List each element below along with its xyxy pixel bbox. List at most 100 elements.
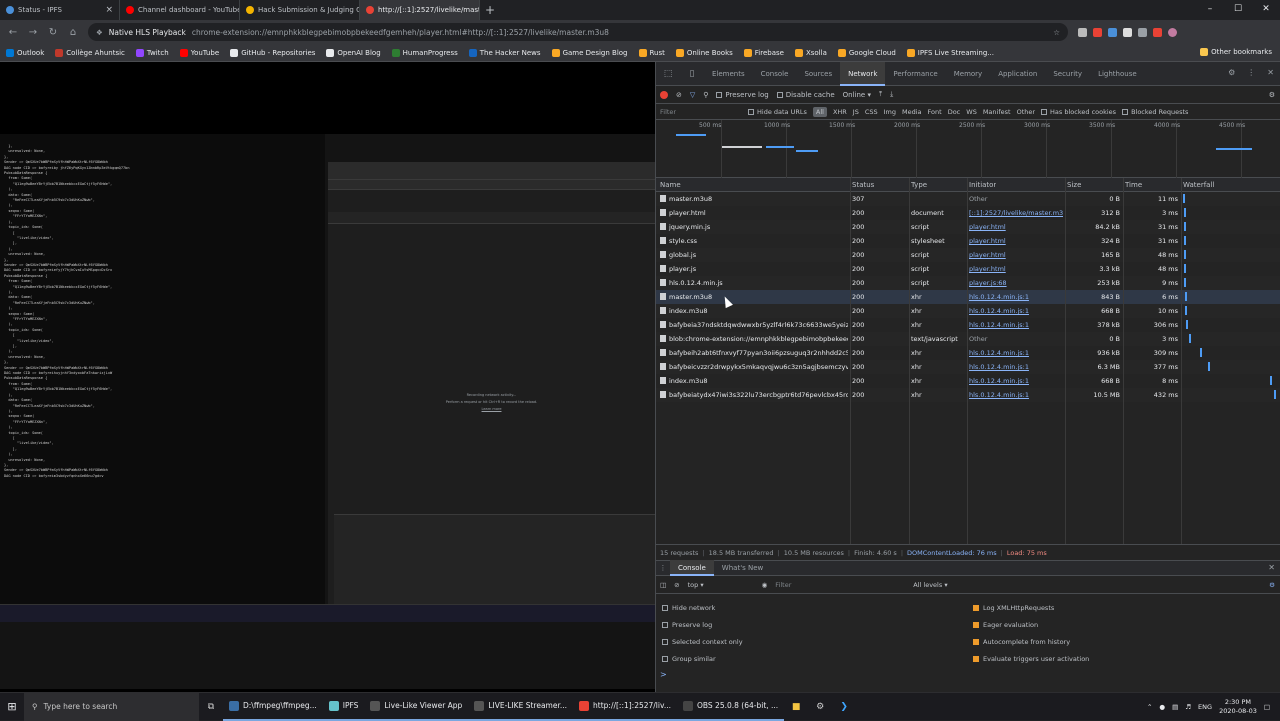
disable-cache-checkbox[interactable]: Disable cache xyxy=(776,91,835,99)
table-row[interactable]: player.js 200 script player.html 3.3 kB 48 ms xyxy=(656,262,1280,276)
record-icon[interactable] xyxy=(660,90,668,99)
drawer-tab-console[interactable]: Console xyxy=(670,560,714,576)
request-initiator[interactable]: [::1]:2527/livelike/master.m3u8 xyxy=(969,209,1063,217)
home-icon[interactable]: ⌂ xyxy=(68,27,78,38)
devtools-tab-security[interactable]: Security xyxy=(1045,62,1090,86)
devtools-tab-memory[interactable]: Memory xyxy=(946,62,990,86)
extension-icon[interactable] xyxy=(1138,27,1147,37)
browser-tab[interactable]: Channel dashboard - YouTube Stu× xyxy=(120,0,240,20)
bookmark-item[interactable]: The Hacker News xyxy=(468,48,541,57)
filter-type-media[interactable]: Media xyxy=(902,108,922,116)
console-setting-evaluate-triggers-user-activation[interactable]: Evaluate triggers user activation xyxy=(973,655,1089,663)
request-initiator[interactable]: hls.0.12.4.min.js:1 xyxy=(969,363,1063,371)
column-header-time[interactable]: Time xyxy=(1125,181,1142,189)
request-initiator[interactable]: player.html xyxy=(969,251,1063,259)
table-row[interactable]: bafybeiatydx47iwi3s322lu73ercbgptr6td76p… xyxy=(656,388,1280,402)
bookmark-item[interactable]: Game Design Blog xyxy=(551,48,628,57)
reload-icon[interactable]: ↻ xyxy=(48,27,58,38)
devtools-tab-console[interactable]: Console xyxy=(753,62,797,86)
console-setting-autocomplete-from-history[interactable]: Autocomplete from history xyxy=(973,638,1070,646)
filter-type-js[interactable]: JS xyxy=(853,108,859,116)
console-setting-preserve-log[interactable]: Preserve log xyxy=(662,621,712,629)
request-initiator[interactable]: hls.0.12.4.min.js:1 xyxy=(969,293,1063,301)
console-setting-log-xmlhttprequests[interactable]: Log XMLHttpRequests xyxy=(973,604,1054,612)
close-devtools-icon[interactable]: ✕ xyxy=(1267,68,1274,77)
taskbar-app[interactable]: Live-Like Viewer App xyxy=(364,693,469,721)
blocked-requests-checkbox[interactable]: Blocked Requests xyxy=(1122,108,1188,116)
console-setting-group-similar[interactable]: Group similar xyxy=(662,655,716,663)
bookmark-item[interactable]: Outlook xyxy=(6,48,44,57)
network-settings-icon[interactable]: ⚙ xyxy=(1269,91,1275,99)
filter-icon[interactable]: ▽ xyxy=(690,91,695,99)
table-row[interactable]: bafybeia37ndsktdqwdwwxbr5yzlf4rl6k73c663… xyxy=(656,318,1280,332)
bookmark-item[interactable]: YouTube xyxy=(179,48,219,57)
bookmark-item[interactable]: Online Books xyxy=(675,48,733,57)
has-blocked-cookies-checkbox[interactable]: Has blocked cookies xyxy=(1041,108,1116,116)
taskbar-app[interactable]: LIVE-LIKE Streamer... xyxy=(468,693,574,721)
drawer-menu-icon[interactable]: ⋮ xyxy=(656,564,670,572)
request-initiator[interactable]: player.html xyxy=(969,265,1063,273)
devtools-tab-lighthouse[interactable]: Lighthouse xyxy=(1090,62,1145,86)
vscode-icon[interactable]: ❯ xyxy=(832,702,856,712)
browser-tab[interactable]: http://[::1]:2527/livelike/master.m× xyxy=(360,0,480,20)
console-setting-eager-evaluation[interactable]: Eager evaluation xyxy=(973,621,1038,629)
settings-icon[interactable]: ⚙ xyxy=(1228,68,1235,77)
table-row[interactable]: bafybeih2abt6tfnxvyf77pyan3oii6pzsuguq3r… xyxy=(656,346,1280,360)
back-icon[interactable]: ← xyxy=(8,27,18,38)
levels-select[interactable]: All levels ▾ xyxy=(913,581,947,589)
extension-icon[interactable] xyxy=(1153,27,1162,37)
bookmark-item[interactable]: Rust xyxy=(638,48,665,57)
context-select[interactable]: top ▾ xyxy=(688,581,754,589)
bookmark-item[interactable]: GitHub - Repositories xyxy=(230,48,315,57)
microphone-icon[interactable]: ● xyxy=(1159,703,1165,711)
devtools-tab-application[interactable]: Application xyxy=(990,62,1045,86)
inspect-icon[interactable]: ⬚ xyxy=(656,69,680,79)
task-view-icon[interactable]: ⧉ xyxy=(199,702,223,712)
browser-tab[interactable]: Hack Submission & Judging Guide× xyxy=(240,0,360,20)
forward-icon[interactable]: → xyxy=(28,27,38,38)
taskbar-app[interactable]: D:\ffmpeg\ffmpeg... xyxy=(223,693,323,721)
maximize-icon[interactable]: ☐ xyxy=(1224,0,1252,18)
devtools-tab-elements[interactable]: Elements xyxy=(704,62,753,86)
filter-type-manifest[interactable]: Manifest xyxy=(983,108,1011,116)
devtools-tab-sources[interactable]: Sources xyxy=(796,62,840,86)
eye-icon[interactable]: ◉ xyxy=(762,581,768,589)
column-header-status[interactable]: Status xyxy=(852,181,874,189)
table-row[interactable]: player.html 200 document [::1]:2527/livelik… xyxy=(656,206,1280,220)
taskbar-app[interactable]: http://[::1]:2527/liv... xyxy=(573,693,677,721)
clear-icon[interactable]: ⊘ xyxy=(676,91,682,99)
other-bookmarks[interactable]: Other bookmarks xyxy=(1200,48,1272,56)
console-clear-icon[interactable]: ⊘ xyxy=(674,581,679,589)
bookmark-item[interactable]: HumanProgress xyxy=(391,48,458,57)
download-icon[interactable]: ⤓ xyxy=(890,90,893,99)
filter-type-doc[interactable]: Doc xyxy=(948,108,961,116)
column-header-waterfall[interactable]: Waterfall xyxy=(1183,181,1214,189)
console-filter-input[interactable]: Filter xyxy=(775,581,905,589)
file-explorer-icon[interactable]: ■ xyxy=(784,702,808,712)
table-row[interactable]: jquery.min.js 200 script player.html 84.2 kB… xyxy=(656,220,1280,234)
omnibox[interactable]: ❖ Native HLS Playback chrome-extension:/… xyxy=(88,23,1068,41)
table-row[interactable]: style.css 200 stylesheet player.html 324 B 31… xyxy=(656,234,1280,248)
devtools-tab-network[interactable]: Network xyxy=(840,61,886,86)
clock[interactable]: 2:30 PM 2020-08-03 xyxy=(1219,698,1257,716)
device-toggle-icon[interactable]: ▯ xyxy=(680,69,704,79)
settings-icon[interactable]: ⚙ xyxy=(808,702,832,712)
bookmark-item[interactable]: Collège Ahuntsic xyxy=(55,48,125,57)
console-prompt[interactable]: > xyxy=(660,670,667,679)
table-row[interactable]: global.js 200 script player.html 165 B 48 ms xyxy=(656,248,1280,262)
profile-icon[interactable] xyxy=(1168,27,1177,37)
drawer-close-icon[interactable]: ✕ xyxy=(1268,563,1275,572)
request-initiator[interactable]: player.html xyxy=(969,223,1063,231)
search-icon[interactable]: ⚲ xyxy=(703,91,708,99)
request-initiator[interactable]: hls.0.12.4.min.js:1 xyxy=(969,377,1063,385)
tray-chevron-icon[interactable]: ⌃ xyxy=(1147,703,1152,711)
windows-start-icon[interactable]: ⊞ xyxy=(0,700,24,713)
filter-type-xhr[interactable]: XHR xyxy=(833,108,847,116)
filter-type-ws[interactable]: WS xyxy=(966,108,977,116)
table-row[interactable]: master.m3u8 200 xhr hls.0.12.4.min.js:1 843 … xyxy=(656,290,1280,304)
filter-type-other[interactable]: Other xyxy=(1017,108,1035,116)
filter-type-font[interactable]: Font xyxy=(928,108,942,116)
hide-data-urls-checkbox[interactable]: Hide data URLs xyxy=(748,108,807,116)
request-initiator[interactable]: hls.0.12.4.min.js:1 xyxy=(969,321,1063,329)
minimize-icon[interactable]: – xyxy=(1196,0,1224,18)
